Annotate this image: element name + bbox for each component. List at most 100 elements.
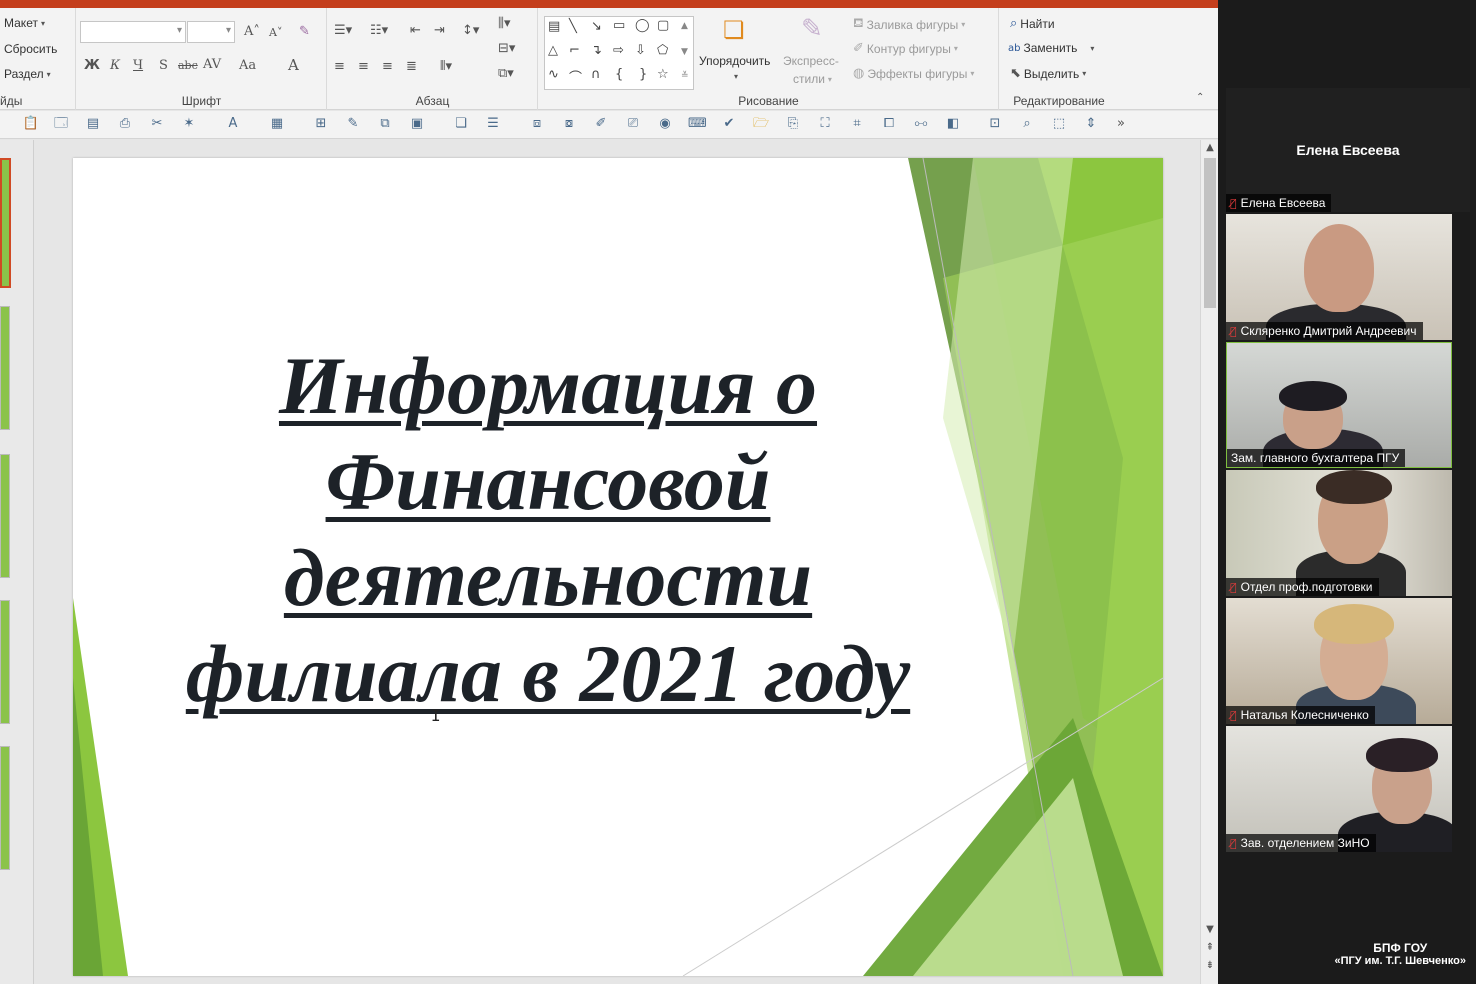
rectangle-shape-icon[interactable]: ▭ [613,18,625,33]
justify-icon[interactable]: ≣ [406,59,417,74]
spellcheck-icon[interactable]: ✔ [720,115,738,133]
next-slide-icon[interactable]: ⇟ [1201,960,1218,971]
slideshow-icon[interactable]: ⎚ [624,115,642,133]
gallery-up-icon[interactable]: ▲ [681,21,688,31]
bullets-icon[interactable]: ☰▾ [334,23,352,38]
strikethrough-button[interactable]: abc [178,59,198,72]
elbow-connector-icon[interactable]: ⌐ [569,43,580,58]
arc-shape-icon[interactable]: ⌒ [569,67,582,86]
arrange-small-icon[interactable]: ❏ [452,115,470,133]
copy-icon[interactable]: ⧉ [376,115,394,133]
slide-thumbnail[interactable] [0,158,11,288]
edit-shape-icon[interactable]: ✐ [592,115,610,133]
more-commands-icon[interactable]: » [1112,115,1130,133]
textbox-shape-icon[interactable]: ▤ [548,19,560,34]
layout-button[interactable]: Макет ▾ [4,16,45,30]
numbering-icon[interactable]: ☷▾ [370,23,388,38]
keyboard-icon[interactable]: ⌨ [688,115,707,133]
cut-icon[interactable]: ✂ [148,115,166,133]
star-shape-icon[interactable]: ☆ [657,67,669,82]
rounded-rect-shape-icon[interactable]: ▢ [657,18,669,33]
font-name-combo[interactable] [80,21,186,43]
text-effects-icon[interactable]: A [224,115,242,133]
arrange-button[interactable]: Упорядочить [699,54,770,68]
shadow-button[interactable]: S [159,58,168,73]
resize-icon[interactable]: ⬚ [1050,115,1068,133]
arrow-line-shape-icon[interactable]: ↘ [591,19,602,34]
scrollbar-thumb[interactable] [1204,158,1216,308]
right-arrow-shape-icon[interactable]: ⇨ [613,43,624,58]
participant-tile[interactable]: Зам. главного бухгалтера ПГУ [1226,342,1452,468]
slide-thumbnail[interactable] [0,454,10,578]
print-icon[interactable]: ⎙ [116,115,134,133]
grow-font-icon[interactable]: A˄ [244,24,260,39]
height-icon[interactable]: ⇕ [1082,115,1100,133]
shrink-font-icon[interactable]: A˅ [269,26,282,39]
arrange-icon[interactable]: ❏ [723,16,745,44]
slide-title[interactable]: Информация о Финансовой деятельности фил… [113,338,983,722]
change-case-button[interactable]: Aa [239,58,256,73]
group-icon[interactable]: ⧈ [528,115,546,133]
participant-tile[interactable]: 🎙̸ Скляренко Дмитрий Андреевич [1226,214,1452,340]
italic-button[interactable]: К [110,58,120,73]
shape-effects-button[interactable]: ◍ Эффекты фигуры ▾ [853,66,974,81]
participant-tile[interactable]: 🎙̸ Отдел проф.подготовки [1226,470,1452,596]
shape-outline-button[interactable]: ✐ Контур фигуры ▾ [853,41,958,56]
align-center-icon[interactable]: ≡ [358,59,369,74]
quick-styles-button-line1[interactable]: Экспресс- [783,54,839,68]
insert-icon[interactable]: ⊡ [986,115,1004,133]
open-folder-icon[interactable]: 🗁 [752,115,770,133]
font-size-combo[interactable] [187,21,235,43]
pentagon-shape-icon[interactable]: ⬠ [657,43,668,58]
line-spacing-icon[interactable]: ↕▾ [462,23,479,38]
font-color-icon[interactable]: A [288,56,299,74]
select-all-icon[interactable]: ⛶ [816,115,834,133]
ungroup-icon[interactable]: ⧇ [560,115,578,133]
slide-canvas[interactable]: Информация о Финансовой деятельности фил… [73,158,1163,976]
select-button[interactable]: ⬉ Выделить ▾ [1010,66,1086,81]
participant-tile[interactable]: 🎙̸ Елена Евсеева [1226,194,1452,212]
columns-icon[interactable]: ⫴▾ [440,59,452,74]
replace-button[interactable]: ab Заменить ▾ [1008,41,1094,55]
smartart-icon[interactable]: ⧉▾ [498,66,514,81]
slide-thumbnail[interactable] [0,746,10,870]
list-icon[interactable]: ☰ [484,115,502,133]
increase-indent-icon[interactable]: ⇥ [434,23,445,38]
slide-thumbnail[interactable] [0,600,10,724]
reset-button[interactable]: Сбросить [4,42,57,56]
scroll-up-icon[interactable]: ▲ [1201,142,1218,153]
shapes-gallery[interactable]: ▤ ╲ ↘ ▭ ◯ ▢ △ ⌐ ↴ ⇨ ⇩ ⬠ ∿ ⌒ ∩ { } ☆ ▲ ▼ … [544,16,694,90]
textbox-icon[interactable]: ▤ [84,115,102,133]
left-brace-icon[interactable]: { [615,67,623,82]
bring-forward-icon[interactable]: ⧠ [880,115,898,133]
shape-fill-button[interactable]: ⛾ Заливка фигуры ▾ [853,16,965,33]
align-left-icon[interactable]: ≡ [334,59,345,74]
line-shape-icon[interactable]: ╲ [569,19,577,34]
elbow-arrow-icon[interactable]: ↴ [591,43,602,58]
section-button[interactable]: Раздел ▾ [4,67,51,81]
arrange-dropdown-icon[interactable]: ▾ [734,72,738,81]
eyedropper-icon[interactable]: ✎ [344,115,362,133]
char-spacing-icon[interactable]: AV [203,57,221,72]
down-arrow-shape-icon[interactable]: ⇩ [635,43,646,58]
decrease-indent-icon[interactable]: ⇤ [410,23,421,38]
effects-star-icon[interactable]: ✶ [180,115,198,133]
text-direction-icon[interactable]: ⫼▾ [498,16,511,31]
scroll-down-icon[interactable]: ▼ [1201,924,1218,935]
new-slide-icon[interactable]: ⊞ [312,115,330,133]
find-button[interactable]: ⌕ Найти [1010,16,1055,31]
quick-styles-icon[interactable]: ✎ [801,14,823,44]
participant-tile[interactable]: 🎙̸ Зав. отделением ЗиНО [1226,726,1452,852]
slide-thumbnail[interactable] [0,306,10,430]
layout-icon[interactable]: ▣ [408,115,426,133]
clear-format-icon[interactable]: ✎ [299,24,310,39]
gallery-more-icon[interactable]: ≚ [681,71,689,81]
send-backward-icon[interactable]: ⧟ [912,115,930,133]
align-right-icon[interactable]: ≡ [382,59,393,74]
paste-icon[interactable]: 📋 [22,115,40,133]
table-icon[interactable]: ▦ [268,115,286,133]
oval-shape-icon[interactable]: ◯ [635,18,650,33]
crop-icon[interactable]: ⌗ [848,115,866,133]
attach-icon[interactable]: ⎘ [784,115,802,133]
align-text-icon[interactable]: ⊟▾ [498,41,515,56]
